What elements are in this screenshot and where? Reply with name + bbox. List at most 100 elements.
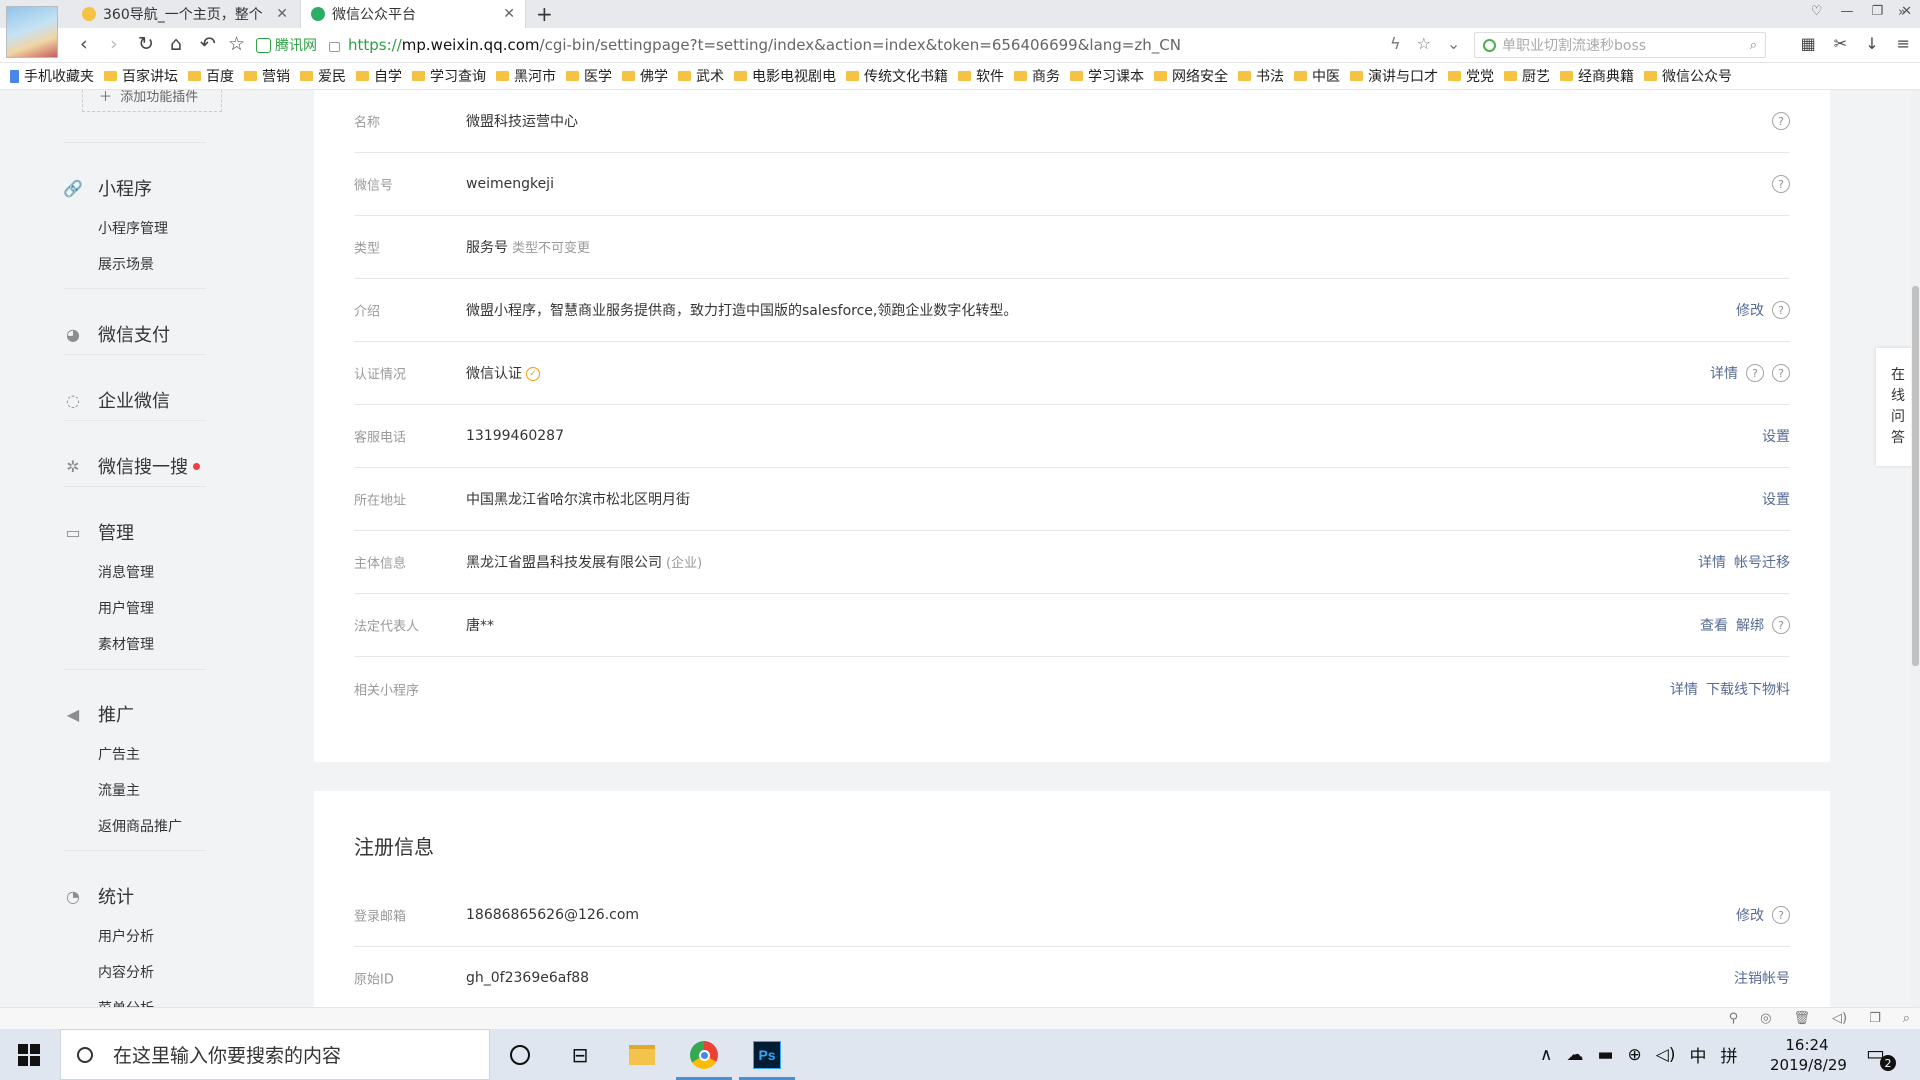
bookmark-item[interactable]: 经商典籍 xyxy=(1560,66,1634,86)
trash-icon[interactable]: 🗑 xyxy=(1793,1011,1810,1026)
search-icon[interactable]: ⌕ xyxy=(1750,38,1757,53)
menu-group-2[interactable]: ◌ 企业微信 xyxy=(64,387,170,413)
help-icon[interactable]: ? xyxy=(1772,301,1790,319)
menu-item[interactable]: 内容分析 xyxy=(98,962,154,982)
window-icon[interactable]: ❐ xyxy=(1869,1011,1881,1026)
battery-icon[interactable]: ▬ xyxy=(1597,1045,1613,1065)
tab-360-navigation[interactable]: 360导航_一个主页，整个 ✕ xyxy=(72,0,298,28)
menu-item[interactable]: 用户分析 xyxy=(98,926,154,946)
network-icon[interactable]: ⊕ xyxy=(1628,1045,1642,1065)
action-link[interactable]: 下载线下物料 xyxy=(1706,679,1790,699)
download-icon[interactable]: ↓ xyxy=(1865,34,1878,53)
user-avatar[interactable] xyxy=(6,6,58,58)
pin-icon[interactable]: ⚲ xyxy=(1729,1011,1739,1026)
scroll-thumb[interactable] xyxy=(1912,286,1919,666)
ime-language[interactable]: 中 xyxy=(1689,1042,1706,1067)
bookmark-item[interactable]: 百家讲坛 xyxy=(104,66,178,86)
bookmark-item[interactable]: 营销 xyxy=(244,66,290,86)
taskbar-clock[interactable]: 16:24 2019/8/29 xyxy=(1770,1035,1847,1075)
tab-close-icon[interactable]: ✕ xyxy=(503,6,515,22)
menu-item[interactable]: 展示场景 xyxy=(98,254,154,274)
skin-icon[interactable]: ♡ xyxy=(1811,4,1823,19)
action-link[interactable]: 修改 xyxy=(1736,300,1764,320)
bookmark-item[interactable]: 演讲与口才 xyxy=(1350,66,1438,86)
bookmark-star-icon[interactable]: ☆ xyxy=(1417,34,1431,53)
action-link[interactable]: 修改 xyxy=(1736,905,1764,925)
bookmark-item[interactable]: 武术 xyxy=(678,66,724,86)
menu-group-3[interactable]: ✲ 微信搜一搜 xyxy=(64,453,200,479)
bookmark-item[interactable]: 学习查询 xyxy=(412,66,486,86)
restore-icon[interactable]: ❐ xyxy=(1871,4,1883,19)
menu-item[interactable]: 消息管理 xyxy=(98,562,154,582)
tab-close-icon[interactable]: ✕ xyxy=(276,6,288,22)
dropdown-chevron-icon[interactable]: ⌄ xyxy=(1447,34,1460,53)
menu-group-5[interactable]: ◀ 推广 xyxy=(64,701,134,727)
bookmark-item[interactable]: 书法 xyxy=(1238,66,1284,86)
new-tab-icon[interactable]: + xyxy=(536,2,553,26)
photoshop-icon[interactable]: Ps xyxy=(751,1039,783,1071)
bookmark-item[interactable]: 中医 xyxy=(1294,66,1340,86)
bookmark-item[interactable]: 自学 xyxy=(356,66,402,86)
add-plugin-button[interactable]: ＋ 添加功能插件 xyxy=(82,90,222,112)
file-explorer-icon[interactable] xyxy=(626,1039,658,1071)
bookmarks-more-icon[interactable]: » xyxy=(1898,5,1906,20)
back-icon[interactable]: ‹ xyxy=(80,33,88,55)
page-scrollbar[interactable] xyxy=(1911,90,1920,1010)
action-link[interactable]: 设置 xyxy=(1762,426,1790,446)
menu-item[interactable]: 小程序管理 xyxy=(98,218,168,238)
action-link[interactable]: 注销帐号 xyxy=(1734,968,1790,988)
scissors-icon[interactable]: ✂ xyxy=(1834,34,1847,53)
secure-site-badge[interactable]: 腾讯网 xyxy=(256,35,317,55)
help-icon[interactable]: ? xyxy=(1772,175,1790,193)
action-link[interactable]: 详情 xyxy=(1670,679,1698,699)
home-icon[interactable]: ⌂ xyxy=(170,33,182,55)
tab-wechat-mp[interactable]: 微信公众平台 ✕ xyxy=(300,0,526,28)
menu-group-0[interactable]: 🔗 小程序 xyxy=(63,175,152,201)
forward-icon[interactable]: › xyxy=(110,33,118,55)
help-icon[interactable]: ? xyxy=(1772,616,1790,634)
bookmark-item[interactable]: 手机收藏夹 xyxy=(10,66,94,86)
action-link[interactable]: 查看 xyxy=(1700,615,1728,635)
apps-grid-icon[interactable]: ▦ xyxy=(1801,34,1816,53)
action-link[interactable]: 详情 xyxy=(1698,552,1726,572)
help-icon[interactable]: ? xyxy=(1772,112,1790,130)
bookmark-item[interactable]: 黑河市 xyxy=(496,66,556,86)
windows-start-icon[interactable] xyxy=(18,1044,40,1066)
menu-group-6[interactable]: ◔ 统计 xyxy=(64,883,134,909)
help-icon[interactable]: ? xyxy=(1746,364,1764,382)
action-link[interactable]: 解绑 xyxy=(1736,615,1764,635)
menu-item[interactable]: 素材管理 xyxy=(98,634,154,654)
zoom-icon[interactable]: ⌕ xyxy=(1903,1011,1910,1026)
tray-expand-icon[interactable]: ∧ xyxy=(1540,1045,1552,1065)
reload-icon[interactable]: ↻ xyxy=(138,33,154,55)
help-icon[interactable]: ? xyxy=(1772,364,1790,382)
menu-group-1[interactable]: ◕ 微信支付 xyxy=(64,321,170,347)
task-view-icon[interactable]: ⊟ xyxy=(564,1039,596,1071)
onedrive-icon[interactable]: ☁ xyxy=(1566,1045,1583,1065)
menu-group-4[interactable]: ▭ 管理 xyxy=(64,519,134,545)
cortana-icon[interactable] xyxy=(504,1039,536,1071)
bookmark-item[interactable]: 爱民 xyxy=(300,66,346,86)
bookmark-item[interactable]: 医学 xyxy=(566,66,612,86)
bookmark-item[interactable]: 软件 xyxy=(958,66,1004,86)
bookmark-item[interactable]: 百度 xyxy=(188,66,234,86)
menu-item[interactable]: 用户管理 xyxy=(98,598,154,618)
browser-app-icon[interactable] xyxy=(688,1039,720,1071)
favorite-star-icon[interactable]: ☆ xyxy=(228,33,245,55)
bookmark-item[interactable]: 电影电视剧电 xyxy=(734,66,836,86)
lock-icon[interactable] xyxy=(329,42,340,52)
volume-icon[interactable]: ◁) xyxy=(1832,1011,1847,1026)
action-link[interactable]: 详情 xyxy=(1710,363,1738,383)
bookmark-item[interactable]: 佛学 xyxy=(622,66,668,86)
action-link[interactable]: 设置 xyxy=(1762,489,1790,509)
browser-search-input[interactable]: 单职业切割流速秒boss ⌕ xyxy=(1474,32,1766,58)
minimize-icon[interactable]: — xyxy=(1840,4,1853,19)
bookmark-item[interactable]: 党党 xyxy=(1448,66,1494,86)
menu-item[interactable]: 返佣商品推广 xyxy=(98,816,182,836)
menu-item[interactable]: 广告主 xyxy=(98,744,140,764)
lightning-icon[interactable]: ϟ xyxy=(1390,34,1401,53)
url-field[interactable]: 腾讯网 https://mp.weixin.qq.com/cgi-bin/set… xyxy=(256,32,1456,58)
action-link[interactable]: 帐号迁移 xyxy=(1734,552,1790,572)
undo-close-icon[interactable]: ↶ xyxy=(200,33,216,55)
bookmark-item[interactable]: 商务 xyxy=(1014,66,1060,86)
